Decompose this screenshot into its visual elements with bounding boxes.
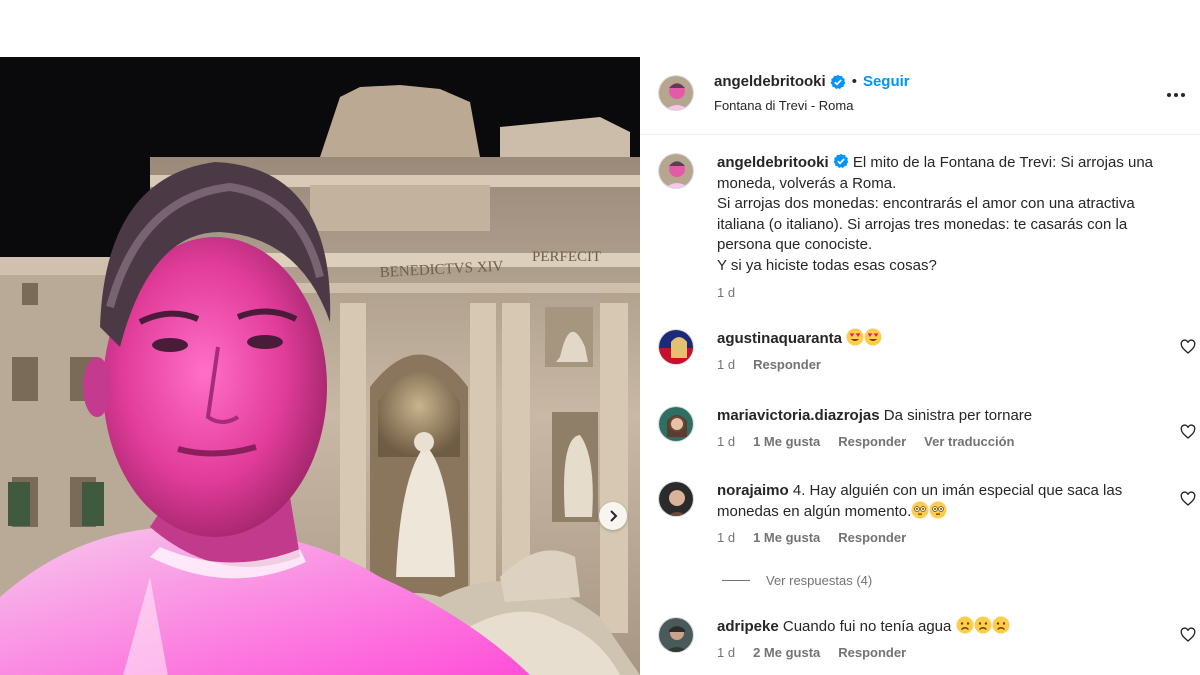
comment-meta: 1 d 1 Me gusta Responder	[717, 530, 1157, 545]
caption-timestamp[interactable]: 1 d	[717, 285, 1157, 300]
caption-body: angeldebritooki El mito de la Fontana de…	[717, 153, 1157, 300]
post-side-panel: angeldebritooki • Seguir Fontana di Trev…	[640, 57, 1200, 675]
comment-timestamp[interactable]: 1 d	[717, 645, 735, 660]
chevron-right-icon	[610, 510, 618, 522]
comment-body-text: Da sinistra per tornare	[883, 407, 1033, 424]
sad-emoji-icon	[974, 616, 992, 634]
replies-divider-line	[722, 580, 750, 581]
comment-likes-count[interactable]: 1 Me gusta	[753, 530, 820, 545]
heart-outline-icon[interactable]	[1180, 339, 1196, 355]
caption-line-6: Y si ya hiciste todas esas cosas?	[717, 256, 937, 274]
comment-likes-count[interactable]: 1 Me gusta	[753, 434, 820, 449]
facade-inscription-right: PERFECIT	[532, 249, 601, 265]
caption-line-2: moneda, volverás a Roma.	[717, 174, 897, 192]
comment-text: agustinaquaranta	[717, 328, 1157, 349]
comment-avatar-image	[659, 330, 693, 364]
post-header: angeldebritooki • Seguir Fontana di Trev…	[640, 57, 1200, 135]
heart-outline-icon[interactable]	[1180, 627, 1196, 643]
post-location[interactable]: Fontana di Trevi - Roma	[714, 98, 853, 113]
comment-timestamp[interactable]: 1 d	[717, 530, 735, 545]
comment-timestamp[interactable]: 1 d	[717, 357, 735, 372]
reply-button[interactable]: Responder	[838, 530, 906, 545]
comment-username[interactable]: agustinaquaranta	[717, 330, 842, 347]
comment-body-line-1: 4. Hay alguién con un imán especial que …	[792, 482, 1123, 499]
heart-outline-icon[interactable]	[1180, 491, 1196, 507]
sad-emoji-icon	[956, 616, 974, 634]
flushed-emoji-icon	[911, 501, 929, 519]
comment-avatar[interactable]	[658, 329, 694, 365]
comment-username[interactable]: adripeke	[717, 618, 779, 635]
post-photo[interactable]: BENEDICTVS XIV PERFECIT	[0, 57, 640, 675]
comment-text: adripeke Cuando fui no tenía agua	[717, 616, 1157, 637]
comment-username[interactable]: mariavictoria.diazrojas	[717, 407, 880, 424]
author-avatar-image	[659, 76, 693, 110]
comment-meta: 1 d 1 Me gusta Responder Ver traducción	[717, 434, 1157, 449]
heart-outline-icon[interactable]	[1180, 424, 1196, 440]
see-translation-button[interactable]: Ver traducción	[924, 434, 1014, 449]
caption-avatar[interactable]	[658, 153, 694, 189]
view-replies-label: Ver respuestas (4)	[766, 573, 873, 588]
header-separator: •	[851, 73, 857, 90]
caption-line-1: El mito de la Fontana de Trevi: Si arroj…	[852, 154, 1154, 171]
comment-username[interactable]: norajaimo	[717, 482, 789, 499]
caption-username[interactable]: angeldebritooki	[717, 154, 829, 171]
view-replies-button[interactable]: Ver respuestas (4)	[722, 573, 872, 588]
reply-button[interactable]: Responder	[838, 434, 906, 449]
more-options-button[interactable]	[1164, 83, 1188, 107]
comment-avatar-image	[659, 482, 693, 516]
follow-button[interactable]: Seguir	[863, 73, 910, 90]
comment-text: mariavictoria.diazrojas Da sinistra per …	[717, 405, 1157, 426]
verified-badge-icon	[833, 153, 849, 168]
carousel-next-button[interactable]	[599, 502, 627, 530]
sad-emoji-icon	[992, 616, 1010, 634]
post-image: BENEDICTVS XIV PERFECIT	[0, 57, 640, 675]
reply-button[interactable]: Responder	[838, 645, 906, 660]
author-username[interactable]: angeldebritooki	[714, 73, 826, 90]
caption-text: angeldebritooki El mito de la Fontana de…	[717, 153, 1157, 276]
heart-eyes-emoji-icon	[846, 328, 864, 346]
more-horizontal-icon	[1167, 93, 1185, 97]
comment-avatar[interactable]	[658, 617, 694, 653]
comment-text: norajaimo 4. Hay alguién con un imán esp…	[717, 480, 1157, 522]
verified-badge-icon	[830, 74, 846, 89]
reply-button[interactable]: Responder	[753, 357, 821, 372]
caption-avatar-image	[659, 154, 693, 188]
comment-meta: 1 d Responder	[717, 357, 1157, 372]
comment-likes-count[interactable]: 2 Me gusta	[753, 645, 820, 660]
header-title-row: angeldebritooki • Seguir	[714, 73, 910, 90]
comment-body-text: Cuando fui no tenía agua	[782, 618, 952, 635]
caption-line-4: italiana (o italiano). Si arrojas tres m…	[717, 215, 1128, 233]
author-avatar[interactable]	[658, 75, 694, 111]
comment-timestamp[interactable]: 1 d	[717, 434, 735, 449]
comment-meta: 1 d 2 Me gusta Responder	[717, 645, 1157, 660]
comment-avatar[interactable]	[658, 481, 694, 517]
comment-avatar[interactable]	[658, 406, 694, 442]
comment-body-line-2: monedas en algún momento.	[717, 503, 912, 520]
comment-avatar-image	[659, 407, 693, 441]
heart-eyes-emoji-icon	[864, 328, 882, 346]
flushed-emoji-icon	[929, 501, 947, 519]
comment-avatar-image	[659, 618, 693, 652]
caption-line-3: Si arrojas dos monedas: encontrarás el a…	[717, 195, 1135, 212]
caption-line-5: persona que conociste.	[717, 236, 873, 253]
